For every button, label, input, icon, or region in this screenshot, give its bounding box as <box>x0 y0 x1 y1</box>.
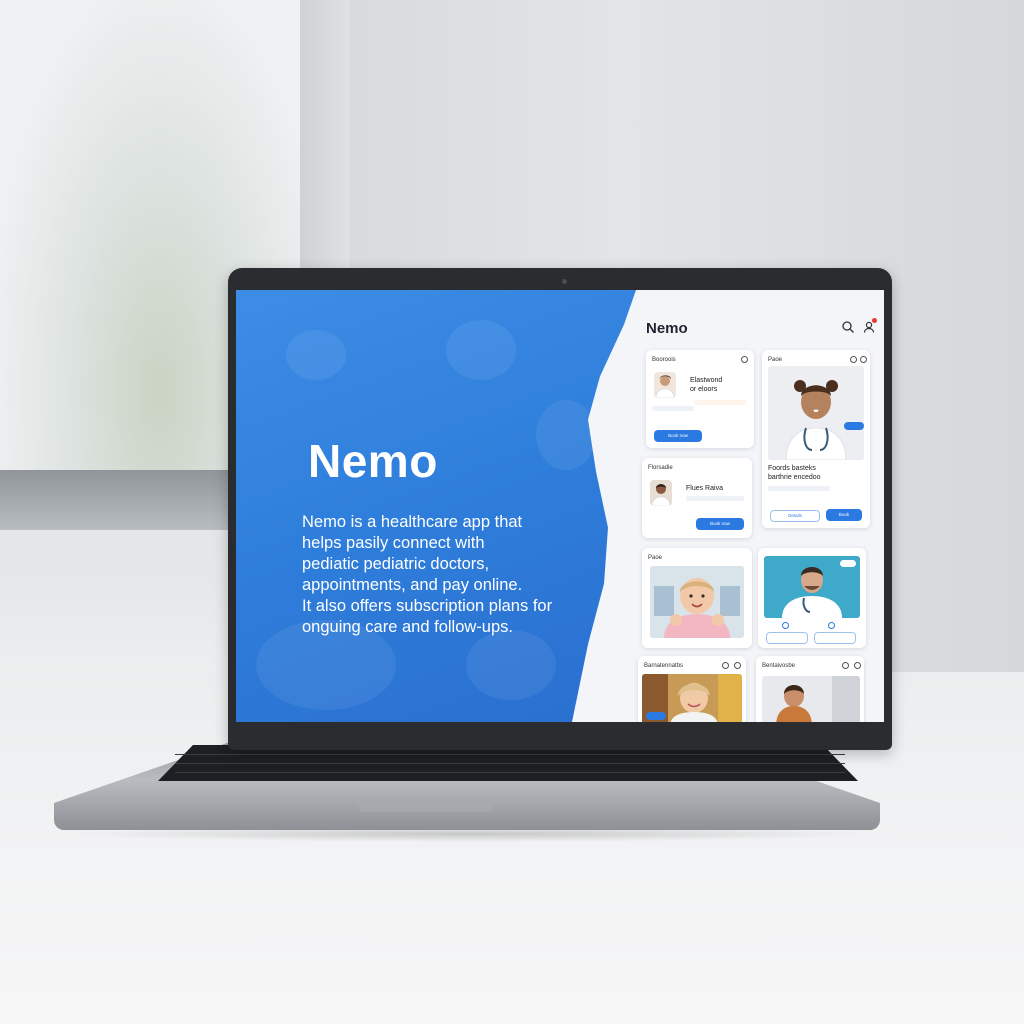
hero-description-line: pediatic pediatric doctors, <box>302 555 490 573</box>
hero-description-line: Nemo is a healthcare app that <box>302 513 523 531</box>
hero-description-line: It also offers subscription plans for <box>302 597 553 615</box>
badge-button[interactable] <box>844 422 864 430</box>
chat-icon[interactable] <box>828 622 835 629</box>
book-now-button[interactable]: Book now <box>654 430 702 442</box>
app-panel: Nemo Booroois Elastwond or eloors Book n… <box>636 290 884 722</box>
card-meta <box>652 406 694 411</box>
hero-section: Nemo Nemo is a healthcare app that helps… <box>236 290 636 722</box>
card-label: Booroois <box>652 357 676 363</box>
options-icon[interactable] <box>734 662 741 669</box>
badge-button[interactable] <box>840 560 856 567</box>
hero-description: Nemo is a healthcare app that helps pasi… <box>302 512 602 638</box>
doctor-name: Elastwond <box>690 377 723 384</box>
key-row <box>175 754 845 755</box>
notification-badge <box>872 318 877 323</box>
card-action-button[interactable] <box>814 632 856 644</box>
doctor-card[interactable] <box>758 548 866 648</box>
doctor-name: Flues Raiva <box>686 485 723 492</box>
hero-description-line: appointments, and pay online. <box>302 576 523 594</box>
key-row <box>175 772 845 773</box>
card-label: Florsadie <box>648 465 673 471</box>
doctor-avatar <box>654 372 676 398</box>
search-icon[interactable] <box>841 320 855 334</box>
card-subtitle: barthrie encedoo <box>768 474 821 481</box>
child-photo <box>650 566 744 638</box>
badge-button[interactable] <box>646 712 666 720</box>
favorite-icon[interactable] <box>722 662 729 669</box>
card-label: Bentaivosbe <box>762 663 796 669</box>
options-icon[interactable] <box>860 356 867 363</box>
patient-card[interactable]: Barnatennatbs <box>638 656 746 722</box>
child-photo <box>762 676 860 722</box>
details-button[interactable]: Details <box>770 510 820 522</box>
patient-card[interactable]: Paoe <box>642 548 752 648</box>
video-icon[interactable] <box>782 622 789 629</box>
hero-blob <box>466 630 556 700</box>
patient-card[interactable]: Bentaivosbe <box>756 656 864 722</box>
favorite-icon[interactable] <box>842 662 849 669</box>
trackpad-notch <box>358 802 494 812</box>
hero-title: Nemo <box>308 435 438 487</box>
card-meta <box>694 400 746 405</box>
hero-description-line: helps pasily connect with <box>302 534 485 552</box>
card-title: Foords basteks <box>768 465 816 472</box>
doctor-profile-card[interactable]: Paoe Foords basteks barthrie encedoo Det… <box>762 350 870 528</box>
hero-description-line: onguing care and follow-ups. <box>302 618 513 636</box>
card-label: Paoe <box>648 555 663 561</box>
card-action-button[interactable] <box>766 632 808 644</box>
card-label: Barnatennatbs <box>644 663 684 669</box>
doctor-specialty: or eloors <box>690 386 718 393</box>
doctor-avatar <box>650 480 672 506</box>
book-button[interactable]: Book <box>826 509 862 521</box>
doctor-card[interactable]: Florsadie Flues Raiva Book now <box>642 458 752 538</box>
hero-blob <box>286 330 346 380</box>
app-title: Nemo <box>646 320 688 337</box>
book-now-button[interactable]: Book now <box>696 518 744 530</box>
webcam <box>562 279 567 284</box>
key-row <box>175 763 845 764</box>
laptop-screen: Nemo Nemo is a healthcare app that helps… <box>236 290 884 722</box>
hero-blob <box>536 400 596 470</box>
card-label: Paoe <box>768 357 783 363</box>
card-meta <box>686 496 744 501</box>
hero-blob <box>446 320 516 380</box>
card-meta <box>768 486 830 491</box>
doctor-photo <box>768 366 864 460</box>
favorite-icon[interactable] <box>850 356 857 363</box>
options-icon[interactable] <box>854 662 861 669</box>
doctor-card[interactable]: Booroois Elastwond or eloors Book now <box>646 350 754 448</box>
options-icon[interactable] <box>741 356 748 363</box>
